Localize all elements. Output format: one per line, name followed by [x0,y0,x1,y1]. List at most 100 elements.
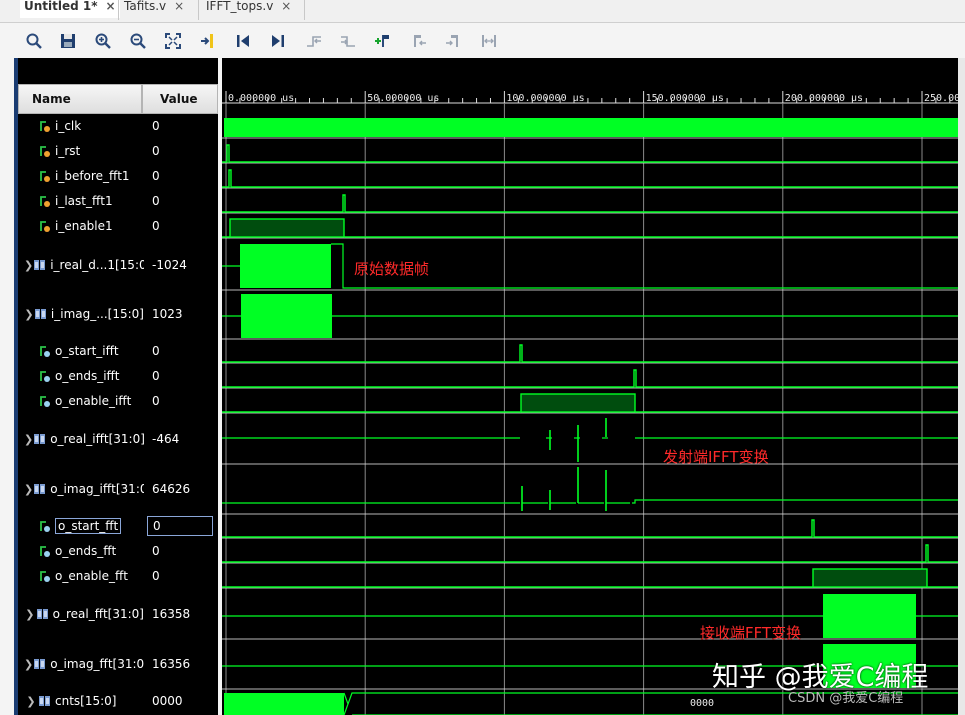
signal-value: 0 [152,344,160,358]
signal-name: o_ends_fft [55,544,117,558]
signal-row-o-start-fft[interactable]: o_start_fft [18,516,144,536]
zoom-out-icon[interactable] [126,29,150,53]
swap-cursors-icon[interactable] [477,29,501,53]
expand-chevron-icon[interactable]: ❯ [24,608,36,621]
name-column-label: Name [32,92,71,106]
signal-row-o-enable-ifft[interactable]: o_enable_ifft [18,391,144,411]
signal-row-o-real-ifft-31-0-[interactable]: ❯ o_real_ifft[31:0] [18,429,144,449]
expand-chevron-icon[interactable]: ❯ [24,308,34,321]
signal-row-i-last-fft1[interactable]: i_last_fft1 [18,191,144,211]
expand-chevron-icon[interactable]: ❯ [24,483,33,496]
previous-marker-icon[interactable] [407,29,431,53]
expand-chevron-icon[interactable]: ❯ [24,259,33,272]
time-tick-label: 0.000000 us [228,93,294,104]
waveform-canvas[interactable]: 0.000000 us 50.000000 us 100.000000 us 150.… [222,58,958,715]
pane-border [958,58,965,715]
signal-row-i-enable1[interactable]: i_enable1 [18,216,144,236]
goto-cursor-icon[interactable] [196,29,220,53]
tab-ifft-tops-v[interactable]: IFFT_tops.v × [202,0,302,18]
i-enable1-wave [229,218,345,238]
signal-name: o_real_ifft[31:0] [50,432,144,446]
time-tick-label: 250.000000 us [924,93,958,104]
signal-row-i-real-d-1-15-0[interactable]: ❯ i_real_d...1[15:0 [18,255,144,275]
tab-label: Tafits.v [124,0,167,13]
watermark-csdn: CSDN @我爱C编程 [788,691,904,706]
bus-icon [33,482,50,496]
value-column-header[interactable]: Value [142,84,218,114]
bus-icon [38,694,55,708]
annotation-tx-ifft: 发射端IFFT变换 [663,448,769,466]
add-marker-icon[interactable] [371,29,395,53]
signal-value: -464 [152,432,180,446]
bus-icon [33,657,50,671]
tab-label: IFFT_tops.v [206,0,274,13]
zoom-in-icon[interactable] [91,29,115,53]
search-icon[interactable] [22,29,46,53]
signal-value: 0 [152,169,160,183]
signal-row-o-ends-ifft[interactable]: o_ends_ifft [18,366,144,386]
signal-row-o-start-ifft[interactable]: o_start_ifft [18,341,144,361]
close-icon[interactable]: × [174,0,184,13]
signal-name: i_rst [55,144,81,158]
signal-row-i-clk[interactable]: i_clk [18,116,144,136]
expand-chevron-icon[interactable]: ❯ [24,433,33,446]
signal-name: o_ends_ifft [55,369,120,383]
close-icon[interactable]: × [281,0,291,13]
value-column-label: Value [160,92,198,106]
bit-input-icon [38,144,55,158]
bit-output-icon [38,369,55,383]
signal-name: o_enable_ifft [55,394,132,408]
signal-name: i_clk [55,119,82,133]
close-icon[interactable]: × [106,0,116,13]
signal-name: o_enable_fft [55,569,128,583]
signal-value: 0 [152,369,160,383]
bit-input-icon [38,219,55,233]
save-icon[interactable] [56,29,80,53]
expand-chevron-icon[interactable]: ❯ [24,695,38,708]
signal-row-o-imag-ifft-31-0[interactable]: ❯ o_imag_ifft[31:0 [18,479,144,499]
zoom-fit-icon[interactable] [161,29,185,53]
tab-label: Untitled 1* [24,0,98,13]
signal-row-o-real-fft-31-0-[interactable]: ❯ o_real_fft[31:0] [18,604,144,624]
signal-name: i_imag_...[15:0] [50,307,144,321]
previous-transition-icon[interactable] [302,29,326,53]
bit-output-icon [38,569,55,583]
next-transition-icon[interactable] [336,29,360,53]
bit-input-icon [38,169,55,183]
waveform-pane[interactable]: 0.000000 us 50.000000 us 100.000000 us 150.… [222,58,958,715]
o-enable-fft-wave [812,568,928,588]
goto-end-icon[interactable] [266,29,290,53]
signal-name: i_last_fft1 [55,194,113,208]
i-real-bus-wave [240,244,331,288]
signal-value: 0 [152,219,160,233]
signal-row-o-ends-fft[interactable]: o_ends_fft [18,541,144,561]
signal-value: 0000 [152,694,183,708]
bit-input-icon [38,119,55,133]
i-last-fft1-wave [222,194,958,213]
signal-row-i-before-fft1[interactable]: i_before_fft1 [18,166,144,186]
next-marker-icon[interactable] [441,29,465,53]
bus-icon [34,307,51,321]
tab-tafits-v[interactable]: Tafits.v × [120,0,198,18]
signal-row-i-imag-15-0-[interactable]: ❯ i_imag_...[15:0] [18,304,144,324]
goto-start-icon[interactable] [231,29,255,53]
signal-row-o-enable-fft[interactable]: o_enable_fft [18,566,144,586]
signal-value: 0 [152,544,160,558]
signal-row-i-rst[interactable]: i_rst [18,141,144,161]
editor-tab-bar: Untitled 1* × Tafits.v × IFFT_tops.v × [0,0,965,23]
i-imag-bus-wave [241,294,332,338]
signal-row-o-imag-fft-31-0[interactable]: ❯ o_imag_fft[31:0 [18,654,144,674]
signal-row-cnts-15-0-[interactable]: ❯ cnts[15:0] [18,691,144,711]
i-clk-wave [224,118,958,137]
waveform-toolbar [0,24,965,58]
tab-untitled-1[interactable]: Untitled 1* × [20,0,120,18]
name-column-header[interactable]: Name [18,84,142,114]
o-enable-ifft-wave [520,393,636,413]
signal-value: 16358 [152,607,191,621]
o-real-fft-bus-wave [823,594,916,638]
bit-output-icon [38,394,55,408]
expand-chevron-icon[interactable]: ❯ [24,658,33,671]
o-start-ifft-wave [222,344,958,363]
signal-value: 1023 [152,307,183,321]
bit-output-icon [38,544,55,558]
